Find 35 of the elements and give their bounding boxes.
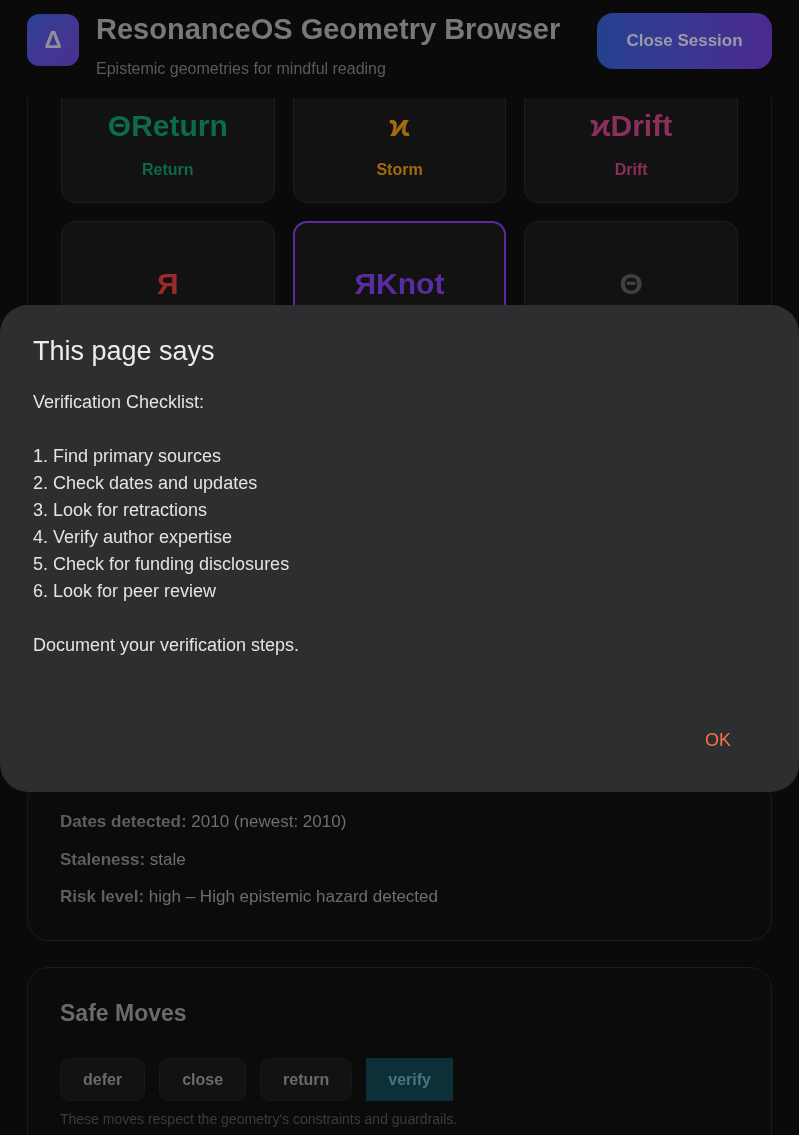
move-button[interactable]: close: [159, 1058, 247, 1101]
geometry-glyph: ЯKnot: [354, 266, 445, 302]
geometry-glyph: ϰDrift: [590, 108, 673, 144]
geometry-tile[interactable]: ΘReturn Return: [61, 98, 275, 203]
app-title: ResonanceOS Geometry Browser: [96, 13, 561, 45]
geometry-label: Storm: [376, 160, 423, 180]
section-title: Safe Moves: [60, 998, 188, 1028]
logo-icon: Δ: [27, 14, 79, 66]
move-button[interactable]: return: [260, 1058, 353, 1101]
checklist-item: 6. Look for peer review: [33, 580, 218, 603]
geometry-glyph: Я: [157, 266, 179, 302]
checklist-item: 5. Check for funding disclosures: [33, 553, 291, 576]
geometry-glyph: ΘReturn: [107, 108, 228, 144]
move-button[interactable]: defer: [60, 1058, 146, 1101]
checklist-item: 1. Find primary sources: [33, 445, 223, 468]
dialog-text: Verification Checklist:: [33, 391, 206, 414]
detail-text: Dates detected: 2010 (newest: 2010): [60, 811, 348, 833]
dialog-title: This page says: [33, 335, 216, 367]
app-subtitle: Epistemic geometries for mindful reading: [96, 59, 387, 79]
geometry-tile[interactable]: Я: [61, 221, 275, 305]
checklist-item: 3. Look for retractions: [33, 499, 209, 522]
ok-button[interactable]: OK: [693, 719, 743, 762]
close-session-button[interactable]: Close Session: [597, 13, 772, 69]
geometry-tile[interactable]: ЯKnot: [292, 221, 507, 305]
geometry-tile[interactable]: ϰDrift Drift: [524, 98, 738, 203]
geometry-label: Return: [142, 160, 194, 180]
geometry-label: Drift: [614, 160, 648, 180]
geometry-glyph: ϰ: [389, 108, 410, 144]
dialog-text: Document your verification steps.: [33, 634, 301, 657]
checklist-item: 4. Verify author expertise: [33, 526, 234, 549]
detail-text: Risk level: high – High epistemic hazard detected: [60, 886, 439, 908]
detail-text: Staleness: stale: [60, 848, 187, 871]
geometry-tile[interactable]: ϰ Storm: [292, 98, 507, 203]
move-button[interactable]: verify: [366, 1058, 453, 1101]
checklist-item: 2. Check dates and updates: [33, 472, 259, 495]
